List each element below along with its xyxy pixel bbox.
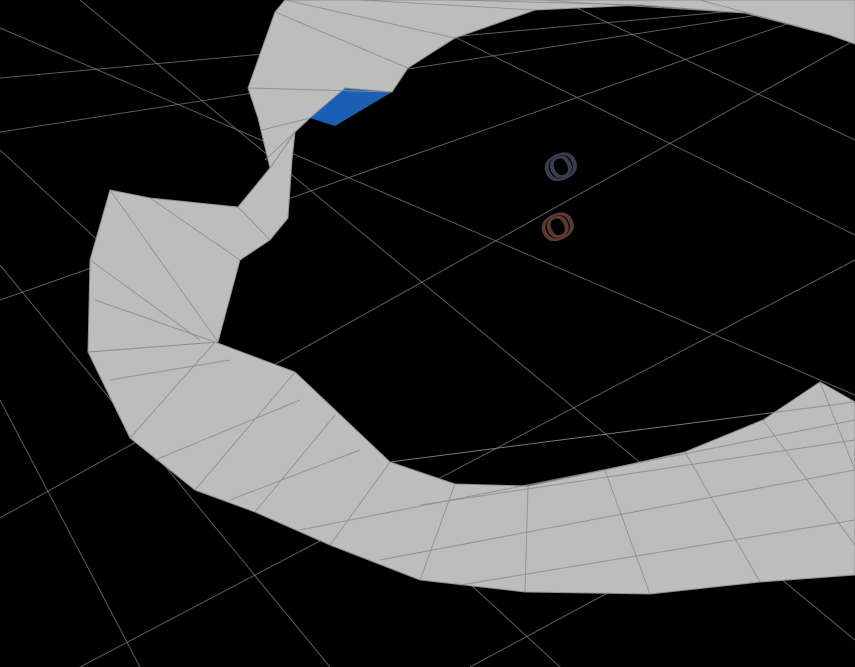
mesh-twist[interactable]: [87, 131, 296, 353]
3d-viewport[interactable]: 0 0: [0, 0, 855, 667]
origin-label-upper: 0: [537, 143, 585, 192]
grid-line: [0, 399, 141, 667]
mesh-lower-arc[interactable]: [87, 341, 855, 595]
mesh-upper-arc[interactable]: [247, 0, 855, 170]
mesh-object[interactable]: [87, 0, 855, 595]
viewport-scene[interactable]: 0 0: [0, 0, 855, 667]
origin-label-lower: 0: [534, 203, 582, 252]
